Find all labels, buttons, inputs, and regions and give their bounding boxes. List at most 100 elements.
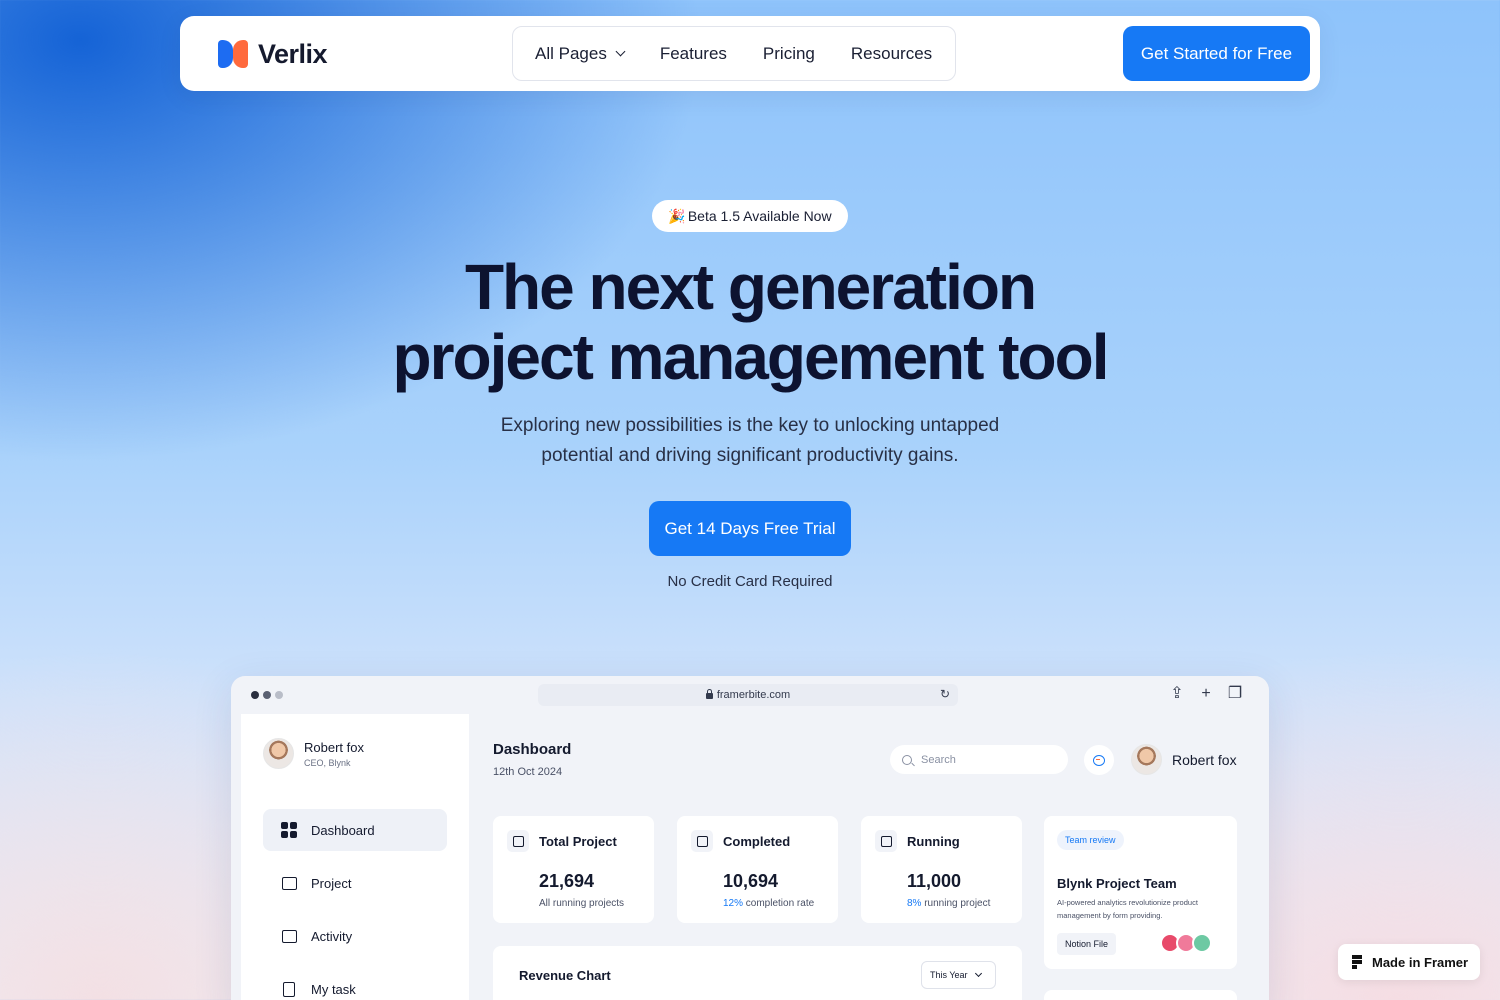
sidebar-item-label: Activity [311, 928, 353, 944]
sidebar-item-activity[interactable]: Activity [263, 915, 447, 957]
stat-label: Completed [723, 833, 791, 849]
dashboard-grid-icon [281, 822, 297, 838]
made-in-framer-badge[interactable]: Made in Framer [1338, 944, 1480, 980]
stat-note: 8% running project [907, 898, 990, 909]
logo[interactable]: Verlix [218, 38, 328, 70]
browser-actions: ⇪ + ❐ [1156, 685, 1243, 703]
new-tab-plus-icon[interactable]: + [1198, 685, 1214, 703]
sidebar-user[interactable]: Robert fox CEO, Blynk [263, 738, 364, 769]
team-avatars [1160, 933, 1212, 953]
dashboard-main: Dashboard 12th Oct 2024 Search Robert fo… [469, 714, 1269, 1000]
team-review-card[interactable]: Team review Blynk Project Team AI-powere… [1044, 816, 1237, 969]
secondary-card [1044, 990, 1237, 1000]
activity-chart-icon [281, 928, 297, 944]
hero-subtitle: Exploring new possibilities is the key t… [450, 411, 1050, 471]
stat-value: 11,000 [907, 871, 962, 891]
sidebar-item-dashboard[interactable]: Dashboard [263, 809, 447, 851]
stat-note-percent: 8% [907, 898, 922, 909]
hero-title: The next generation project management t… [0, 252, 1500, 392]
messages-button[interactable] [1084, 745, 1114, 775]
nav-item-features[interactable]: Features [660, 44, 727, 64]
nav-item-label: All Pages [535, 43, 607, 63]
party-popper-icon: 🎉 [668, 207, 686, 224]
tabs-overview-icon[interactable]: ❐ [1227, 685, 1243, 703]
hero-subtitle-line-1: Exploring new possibilities is the key t… [500, 415, 1000, 436]
sidebar-item-label: Dashboard [311, 822, 375, 838]
team-review-tag: Team review [1057, 830, 1124, 850]
stat-note: 12% completion rate [723, 898, 814, 909]
window-dot-icon [251, 691, 259, 699]
team-name: Blynk Project Team [1057, 876, 1177, 891]
trend-up-icon [691, 830, 713, 852]
period-select[interactable]: This Year [921, 961, 996, 989]
lock-icon [705, 689, 713, 699]
page-title: Dashboard [493, 741, 572, 758]
stat-note-text: completion rate [743, 898, 815, 909]
cube-icon [507, 830, 529, 852]
chevron-down-icon [974, 969, 982, 978]
hero-subtitle-line-2: potential and driving significant produc… [541, 445, 959, 466]
badge-text: Beta 1.5 Available Now [687, 208, 832, 224]
period-select-value: This Year [930, 970, 968, 980]
sidebar-user-role: CEO, Blynk [304, 757, 351, 768]
revenue-chart-card: Revenue Chart This Year [493, 946, 1022, 1000]
stat-label: Total Project [539, 833, 617, 849]
logo-text: Verlix [258, 38, 328, 69]
get-started-button[interactable]: Get Started for Free [1123, 26, 1310, 81]
share-icon[interactable]: ⇪ [1169, 685, 1185, 703]
framer-badge-text: Made in Framer [1372, 954, 1469, 970]
avatar [263, 738, 294, 769]
beta-badge[interactable]: 🎉 Beta 1.5 Available Now [652, 200, 848, 232]
sidebar-item-label: My task [311, 981, 356, 997]
app-sidebar: Robert fox CEO, Blynk Dashboard Project … [241, 714, 469, 1000]
chevron-down-icon [615, 46, 626, 57]
no-credit-card-note: No Credit Card Required [667, 573, 833, 590]
nav-menu: All Pages Features Pricing Resources [512, 26, 956, 81]
url-bar[interactable]: framerbite.com ↻ [538, 684, 958, 706]
folder-icon [281, 875, 297, 891]
window-dots [251, 691, 287, 699]
hero-title-line-2: project management tool [392, 321, 1110, 393]
search-input[interactable]: Search [890, 745, 1068, 774]
search-placeholder: Search [921, 753, 956, 766]
trend-icon [875, 830, 897, 852]
stat-note-percent: 12% [723, 898, 744, 909]
window-dot-icon [275, 691, 283, 699]
revenue-chart-title: Revenue Chart [519, 968, 611, 983]
stat-note: All running projects [539, 898, 624, 909]
top-navbar: Verlix All Pages Features Pricing Resour… [180, 16, 1320, 91]
avatar [1131, 744, 1162, 775]
stat-card-total-project[interactable]: Total Project 21,694 All running project… [493, 816, 654, 923]
chat-bubble-icon [1093, 754, 1105, 766]
nav-item-pricing[interactable]: Pricing [763, 44, 815, 64]
stat-note-text: All running projects [539, 898, 625, 909]
sidebar-user-name: Robert fox [304, 739, 364, 755]
sidebar-item-label: Project [311, 875, 352, 891]
notion-file-button[interactable]: Notion File [1057, 933, 1117, 955]
verlix-logo-icon [218, 38, 250, 70]
browser-mockup: framerbite.com ↻ ⇪ + ❐ Robert fox CEO, B… [231, 676, 1269, 1000]
hero-title-line-1: The next generation [464, 251, 1037, 323]
window-dot-icon [263, 691, 271, 699]
nav-item-all-pages[interactable]: All Pages [535, 43, 626, 64]
page-date: 12th Oct 2024 [493, 766, 563, 778]
stat-note-text: running project [921, 898, 991, 909]
team-description: AI-powered analytics revolutionize produ… [1057, 898, 1198, 920]
avatar [1192, 933, 1212, 953]
sidebar-item-my-task[interactable]: My task [263, 968, 447, 1000]
framer-logo-icon [1352, 955, 1362, 969]
search-icon [902, 754, 912, 765]
task-document-icon [281, 981, 297, 997]
reload-icon[interactable]: ↻ [940, 687, 950, 701]
url-text: framerbite.com [716, 689, 791, 701]
stat-value: 10,694 [723, 871, 779, 891]
sidebar-item-project[interactable]: Project [263, 862, 447, 904]
header-user[interactable]: Robert fox [1131, 744, 1237, 775]
stat-card-running[interactable]: Running 11,000 8% running project [861, 816, 1022, 923]
nav-item-resources[interactable]: Resources [851, 44, 932, 64]
stat-value: 21,694 [539, 871, 595, 891]
stat-card-completed[interactable]: Completed 10,694 12% completion rate [677, 816, 838, 923]
free-trial-button[interactable]: Get 14 Days Free Trial [649, 501, 851, 556]
header-user-name: Robert fox [1172, 751, 1237, 768]
stat-label: Running [907, 833, 960, 849]
